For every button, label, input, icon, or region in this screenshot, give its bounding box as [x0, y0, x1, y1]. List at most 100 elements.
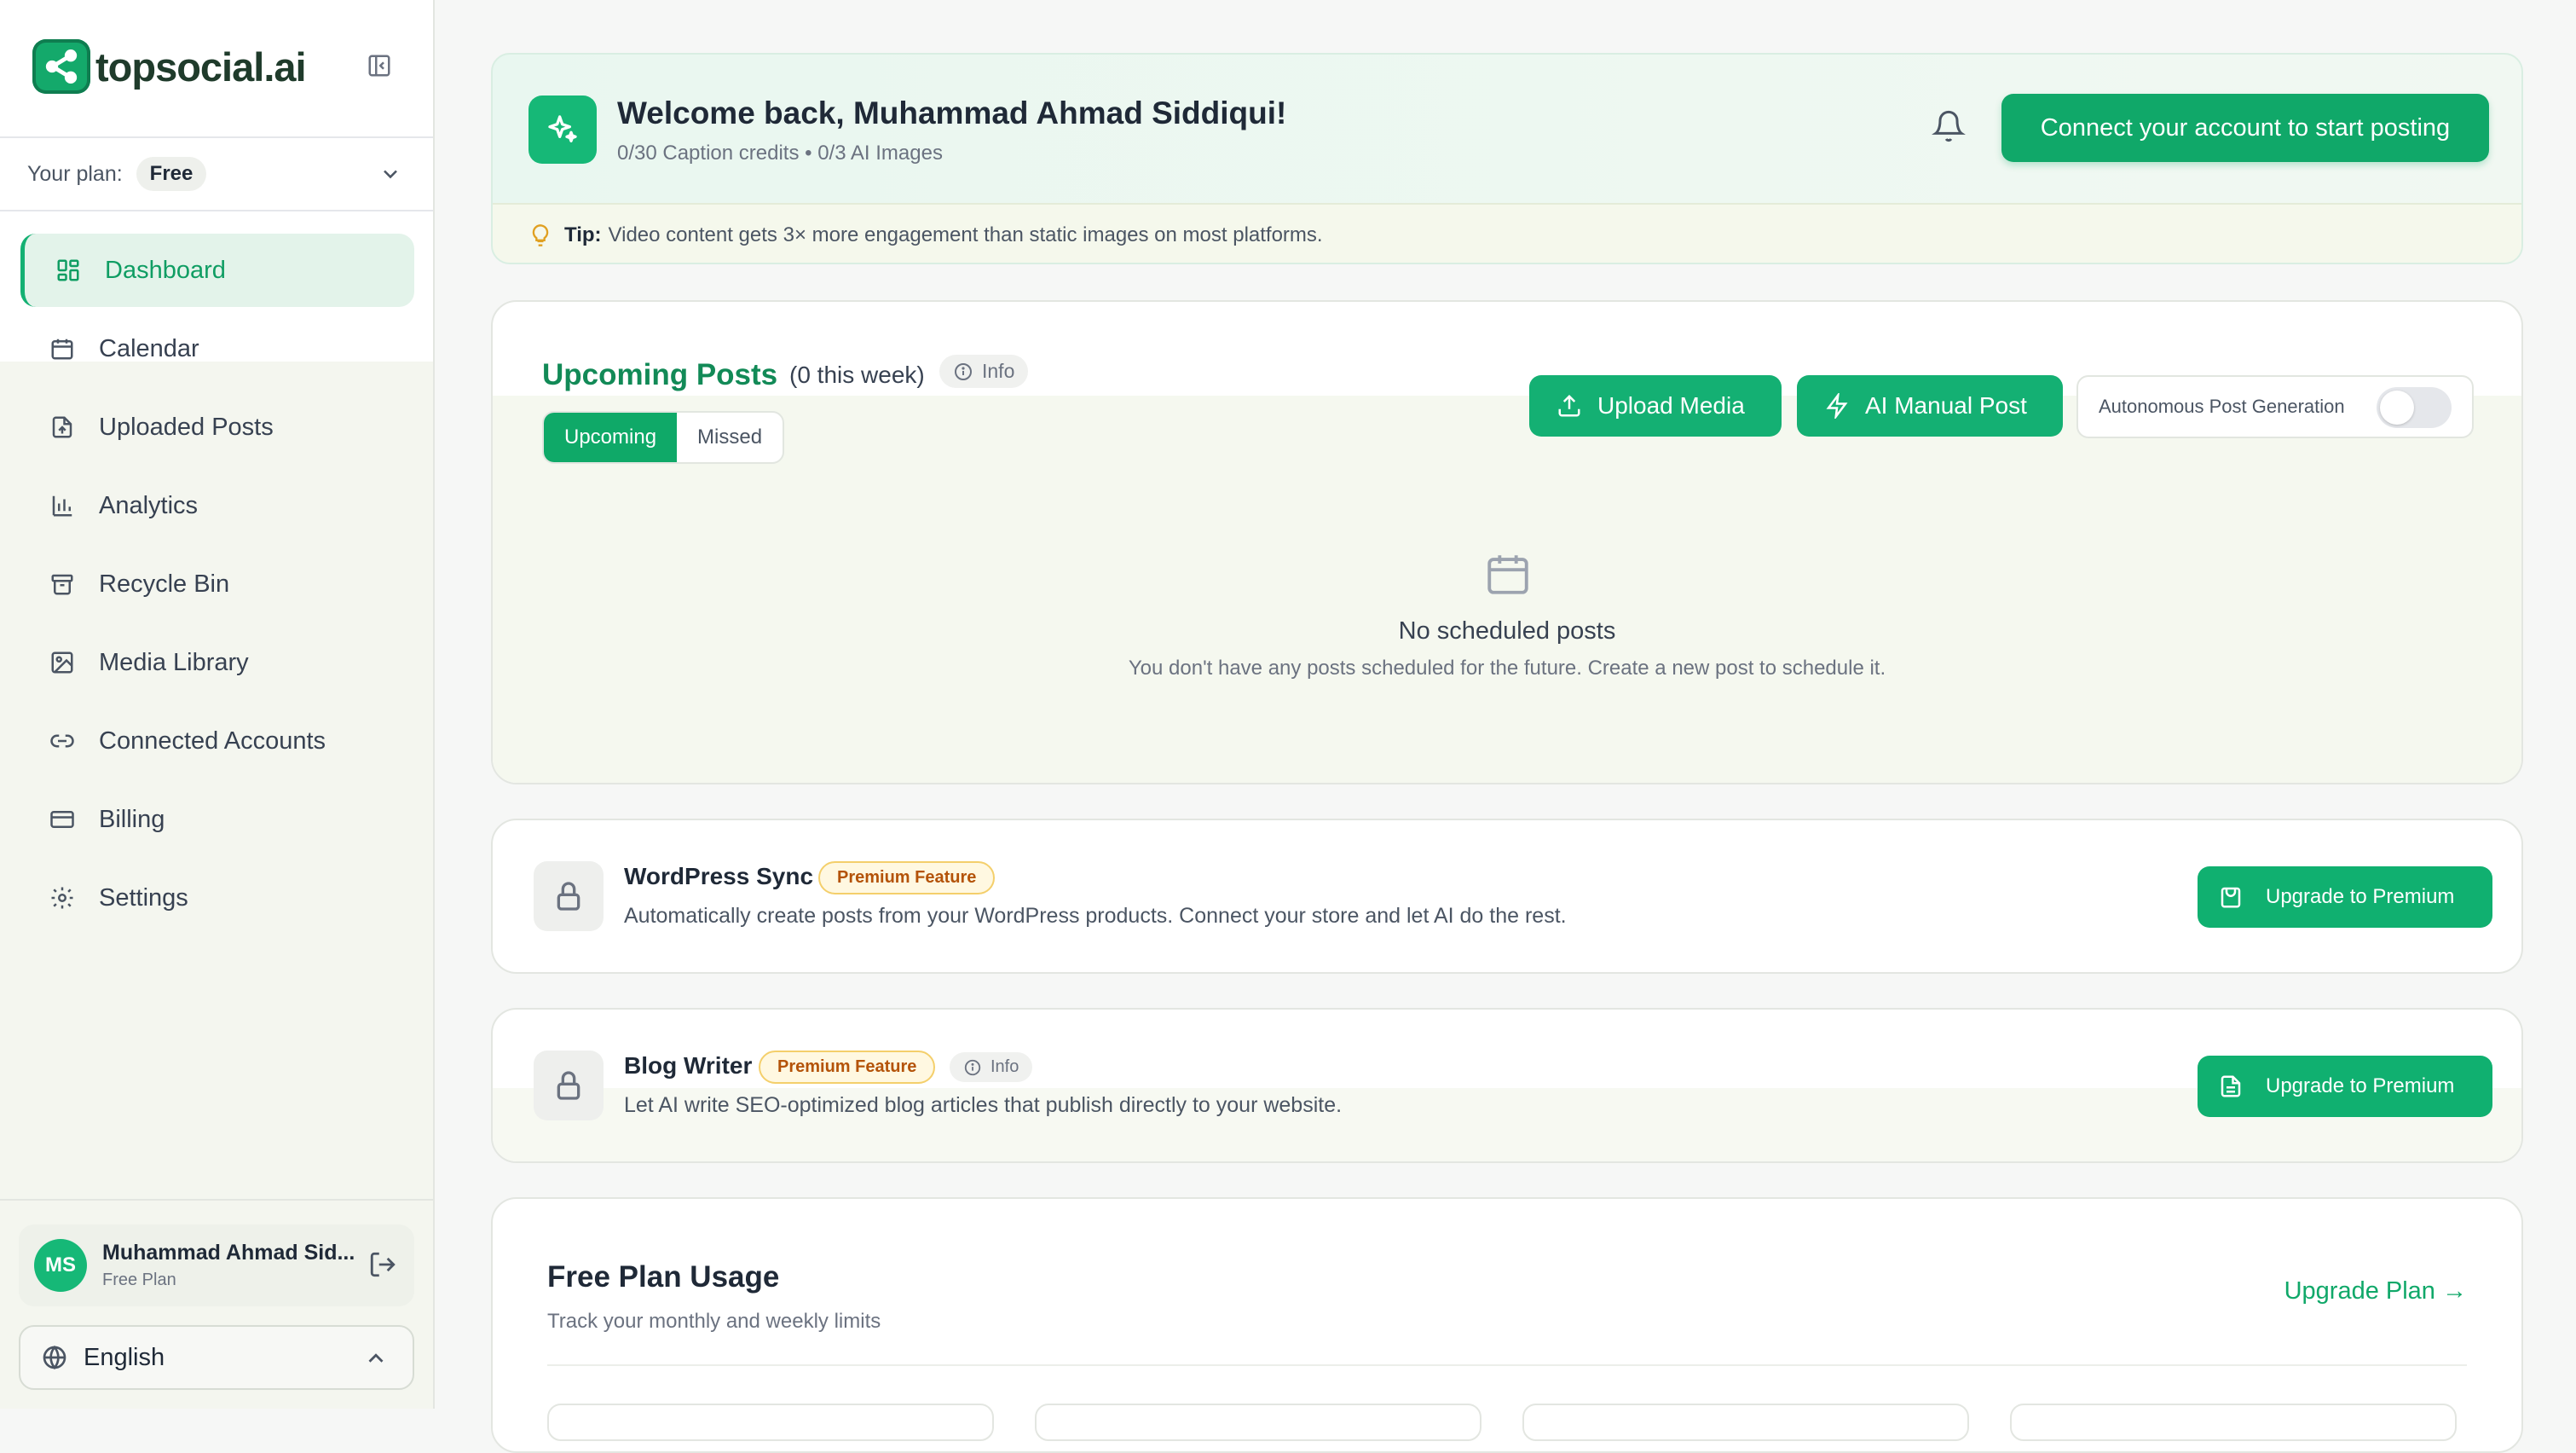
bar-chart-icon — [48, 491, 77, 520]
posts-tab-switch: Upcoming Missed — [542, 411, 785, 464]
logout-icon[interactable] — [368, 1250, 397, 1283]
sidebar-item-calendar[interactable]: Calendar — [20, 312, 414, 385]
toggle-knob — [2380, 391, 2414, 425]
credit-card-icon — [48, 805, 77, 834]
bell-icon[interactable] — [1932, 109, 1966, 148]
upcoming-count: (0 this week) — [789, 362, 925, 388]
sidebar-item-media-library[interactable]: Media Library — [20, 626, 414, 699]
upload-media-button[interactable]: Upload Media — [1529, 375, 1782, 437]
sidebar: topsocial.ai Your plan: Free Dashboard C… — [0, 0, 435, 1409]
tab-missed[interactable]: Missed — [677, 413, 783, 462]
lightning-icon — [1826, 393, 1848, 419]
language-label: English — [84, 1343, 165, 1371]
empty-state-text: You don't have any posts scheduled for t… — [1128, 657, 1886, 680]
sidebar-item-billing[interactable]: Billing — [20, 783, 414, 856]
user-info: Muhammad Ahmad Sid... Free Plan — [102, 1241, 355, 1290]
usage-subtitle: Track your monthly and weekly limits — [547, 1310, 881, 1333]
calendar-icon — [48, 334, 77, 363]
gear-icon — [48, 883, 77, 912]
brand-name: topsocial.ai — [95, 43, 307, 90]
connect-account-button[interactable]: Connect your account to start posting — [2001, 94, 2489, 162]
image-icon — [48, 648, 77, 677]
sidebar-item-label: Analytics — [99, 491, 199, 519]
welcome-banner: Welcome back, Muhammad Ahmad Siddiqui! 0… — [491, 53, 2523, 264]
sidebar-footer: MS Muhammad Ahmad Sid... Free Plan Engli… — [0, 1199, 433, 1410]
sidebar-item-label: Dashboard — [105, 256, 226, 284]
sidebar-item-dashboard[interactable]: Dashboard — [20, 234, 414, 307]
premium-badge: Premium Feature — [759, 1051, 936, 1084]
sidebar-item-analytics[interactable]: Analytics — [20, 469, 414, 542]
lightbulb-icon — [528, 223, 552, 247]
lock-icon — [534, 1051, 604, 1120]
upcoming-posts-card: Upcoming Posts (0 this week) Info Upcomi… — [491, 300, 2523, 784]
sidebar-item-label: Billing — [99, 805, 165, 833]
info-label: Info — [991, 1057, 1019, 1076]
file-upload-icon — [48, 413, 77, 442]
info-icon — [963, 1058, 982, 1077]
info-button[interactable]: Info — [939, 355, 1029, 388]
upgrade-label: Upgrade to Premium — [2266, 885, 2455, 908]
info-button[interactable]: Info — [950, 1052, 1033, 1082]
language-selector[interactable]: English — [19, 1325, 414, 1390]
shopping-bag-icon — [2221, 887, 2241, 908]
feature-description: Let AI write SEO-optimized blog articles… — [624, 1093, 1343, 1117]
share-logo-icon — [32, 39, 90, 94]
user-card[interactable]: MS Muhammad Ahmad Sid... Free Plan — [19, 1224, 414, 1306]
ai-manual-post-label: AI Manual Post — [1865, 392, 2027, 419]
tab-upcoming[interactable]: Upcoming — [544, 413, 678, 462]
tip-text: Video content gets 3× more engagement th… — [608, 223, 1323, 246]
plan-label: Your plan: — [27, 161, 123, 186]
sidebar-item-uploaded-posts[interactable]: Uploaded Posts — [20, 391, 414, 464]
sidebar-nav: Dashboard Calendar Uploaded Posts Analyt… — [20, 234, 414, 940]
usage-metric-card — [2010, 1404, 2457, 1441]
upload-media-label: Upload Media — [1597, 392, 1745, 419]
sidebar-item-connected-accounts[interactable]: Connected Accounts — [20, 704, 414, 778]
sidebar-item-recycle-bin[interactable]: Recycle Bin — [20, 547, 414, 621]
autonomous-toggle[interactable] — [2377, 387, 2452, 428]
sidebar-item-label: Settings — [99, 883, 188, 912]
empty-state-title: No scheduled posts — [1398, 617, 1616, 645]
collapse-sidebar-icon[interactable] — [367, 53, 392, 78]
wordpress-sync-card: WordPress Sync Premium Feature Automatic… — [491, 819, 2523, 974]
upgrade-to-premium-button[interactable]: Upgrade to Premium — [2198, 1056, 2492, 1117]
calendar-empty-icon — [1483, 547, 1533, 605]
upgrade-to-premium-button[interactable]: Upgrade to Premium — [2198, 866, 2492, 928]
tip-bar: Tip: Video content gets 3× more engageme… — [493, 203, 2521, 263]
divider — [547, 1364, 2467, 1366]
sidebar-item-label: Media Library — [99, 648, 249, 676]
credits-summary: 0/30 Caption credits • 0/3 AI Images — [617, 142, 943, 165]
usage-metric-card — [1035, 1404, 1481, 1441]
sidebar-item-label: Connected Accounts — [99, 726, 326, 755]
upcoming-title: Upcoming Posts — [542, 358, 778, 391]
free-plan-usage-card: Free Plan Usage Track your monthly and w… — [491, 1197, 2523, 1453]
link-icon — [48, 726, 77, 755]
autonomous-generation-control: Autonomous Post Generation — [2076, 375, 2474, 438]
upgrade-label: Upgrade to Premium — [2266, 1074, 2455, 1097]
user-plan: Free Plan — [102, 1271, 176, 1289]
archive-icon — [48, 570, 77, 599]
upgrade-plan-link[interactable]: Upgrade Plan → — [2284, 1277, 2467, 1305]
upload-icon — [1558, 394, 1580, 417]
welcome-title: Welcome back, Muhammad Ahmad Siddiqui! — [617, 96, 1287, 130]
sidebar-item-label: Uploaded Posts — [99, 413, 274, 441]
feature-title: WordPress Sync — [624, 863, 814, 889]
feature-description: Automatically create posts from your Wor… — [624, 904, 1567, 928]
sparkles-icon — [528, 96, 597, 164]
usage-metric-card — [1522, 1404, 1969, 1441]
avatar: MS — [34, 1239, 87, 1292]
sidebar-item-label: Calendar — [99, 334, 199, 362]
premium-badge: Premium Feature — [818, 861, 996, 894]
sidebar-item-label: Recycle Bin — [99, 570, 230, 598]
ai-manual-post-button[interactable]: AI Manual Post — [1797, 375, 2063, 437]
chevron-up-icon — [363, 1346, 389, 1378]
usage-metric-card — [547, 1404, 994, 1441]
sidebar-item-settings[interactable]: Settings — [20, 861, 414, 935]
feature-title: Blog Writer — [624, 1052, 753, 1079]
document-icon — [2221, 1075, 2241, 1097]
plan-selector[interactable]: Your plan: Free — [0, 136, 433, 211]
blog-writer-card: Blog Writer Premium Feature Info Let AI … — [491, 1008, 2523, 1163]
logo[interactable]: topsocial.ai — [32, 38, 307, 96]
autonomous-label: Autonomous Post Generation — [2099, 396, 2345, 417]
lock-icon — [534, 861, 604, 931]
info-icon — [953, 362, 973, 382]
